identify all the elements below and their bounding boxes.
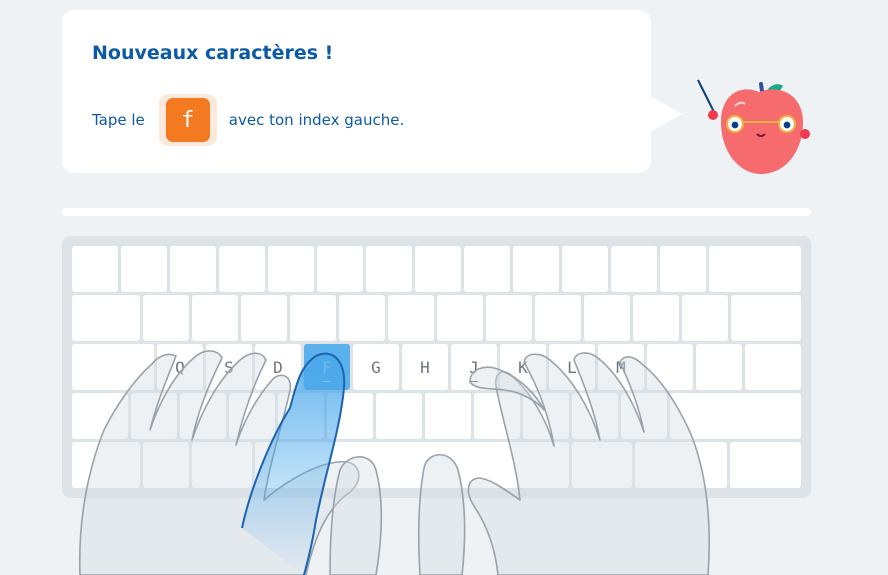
key <box>219 246 265 292</box>
key <box>229 393 275 439</box>
key <box>317 246 363 292</box>
key <box>170 246 216 292</box>
key-j: J <box>451 344 497 390</box>
key <box>523 393 569 439</box>
key <box>513 246 559 292</box>
key <box>143 442 189 488</box>
key <box>72 295 140 341</box>
key <box>72 442 140 488</box>
key <box>730 442 801 488</box>
key <box>241 295 287 341</box>
key <box>647 344 693 390</box>
key <box>621 393 667 439</box>
key <box>562 246 608 292</box>
key <box>131 393 177 439</box>
key-j-label: J <box>469 357 479 377</box>
bubble-tail <box>650 96 682 132</box>
key <box>121 246 167 292</box>
key-caps-lock <box>72 344 154 390</box>
key-d: D <box>255 344 301 390</box>
key-shift-right <box>670 393 801 439</box>
key-h: H <box>402 344 448 390</box>
key <box>376 393 422 439</box>
instruction-suffix: avec ton index gauche. <box>228 111 405 129</box>
key-f-home-bump <box>323 380 331 382</box>
key <box>535 295 581 341</box>
key <box>464 246 510 292</box>
instruction-prefix: Tape le <box>92 111 145 129</box>
key <box>635 442 727 488</box>
key <box>388 295 434 341</box>
key <box>437 295 483 341</box>
key <box>180 393 226 439</box>
instruction-bubble: Nouveaux caractères ! Tape le f avec ton… <box>62 10 651 173</box>
key <box>415 246 461 292</box>
key <box>660 246 706 292</box>
key <box>696 344 742 390</box>
key-f: F <box>304 344 350 390</box>
target-key-chip: f <box>165 98 210 142</box>
key <box>633 295 679 341</box>
key-g: G <box>353 344 399 390</box>
key-space <box>255 442 569 488</box>
key-l: L <box>549 344 595 390</box>
key <box>192 295 238 341</box>
key <box>290 295 336 341</box>
key <box>611 246 657 292</box>
target-key-chip-halo: f <box>158 94 217 146</box>
apple-teacher-mascot-icon <box>697 79 810 174</box>
key-s: S <box>206 344 252 390</box>
key-shift-left <box>72 393 128 439</box>
key <box>339 295 385 341</box>
key <box>72 246 118 292</box>
key <box>366 246 412 292</box>
key <box>268 246 314 292</box>
key <box>327 393 373 439</box>
lesson-title: Nouveaux caractères ! <box>92 42 334 64</box>
progress-bar <box>62 208 811 216</box>
key <box>192 442 252 488</box>
key-enter <box>745 344 801 390</box>
key-j-home-bump <box>470 380 478 382</box>
key <box>584 295 630 341</box>
key-m: M <box>598 344 644 390</box>
key <box>682 295 728 341</box>
key <box>709 246 801 292</box>
key <box>486 295 532 341</box>
key-k: K <box>500 344 546 390</box>
key <box>143 295 189 341</box>
key <box>572 442 632 488</box>
keyboard: Q S D F G H J K L M <box>62 236 811 498</box>
key <box>278 393 324 439</box>
key-f-label: F <box>322 357 332 377</box>
key <box>474 393 520 439</box>
key <box>731 295 801 341</box>
key-q: Q <box>157 344 203 390</box>
key <box>572 393 618 439</box>
key <box>425 393 471 439</box>
instruction-line: Tape le f avec ton index gauche. <box>92 94 405 146</box>
